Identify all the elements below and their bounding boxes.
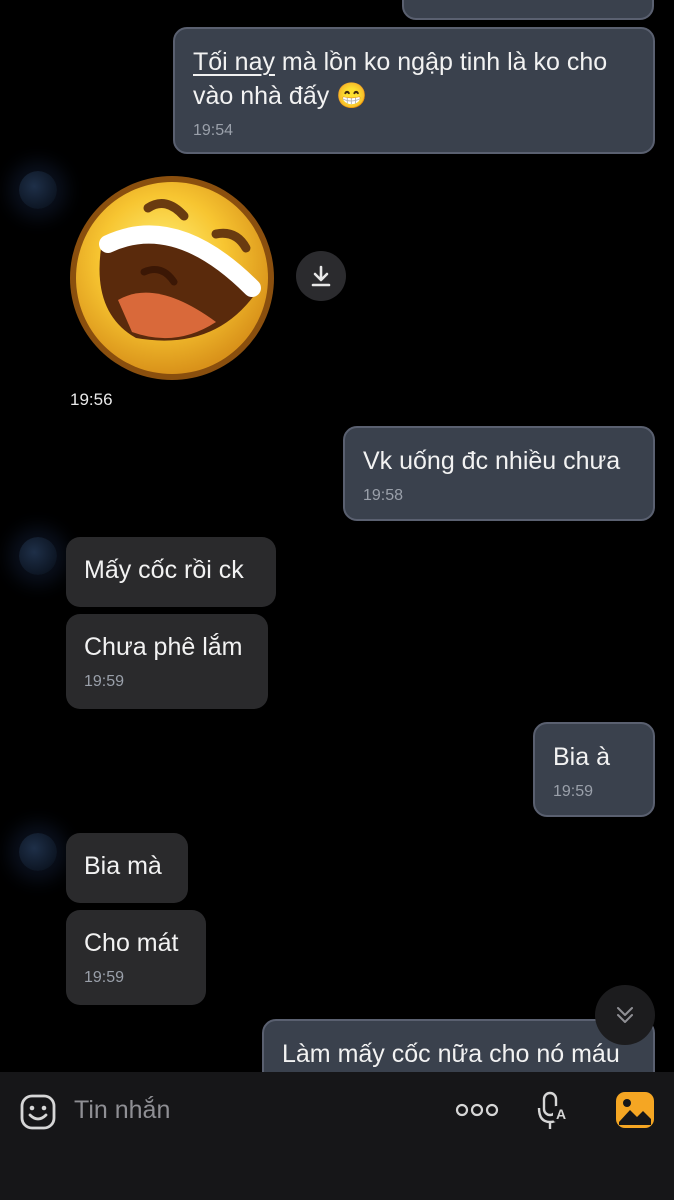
received-message-bubble[interactable]: Cho mát 19:59 bbox=[66, 910, 206, 1005]
message-text: Làm mấy cốc nữa cho nó máu bbox=[282, 1040, 620, 1068]
voice-to-text-icon[interactable]: A bbox=[536, 1090, 570, 1132]
sent-message-bubble[interactable]: Bia à 19:59 bbox=[533, 722, 655, 817]
message-time: 19:58 bbox=[363, 487, 404, 504]
message-text: Bia mà bbox=[84, 852, 162, 880]
message-text: Chưa phê lắm bbox=[84, 633, 243, 661]
message-time: 19:59 bbox=[553, 783, 594, 800]
message-text: Bia à bbox=[553, 743, 610, 771]
download-button[interactable] bbox=[296, 251, 346, 301]
sent-message-bubble[interactable]: Vk uống đc nhiều chưa 19:58 bbox=[343, 426, 655, 521]
message-composer: Tin nhắn A bbox=[0, 1072, 674, 1200]
previous-message-bubble bbox=[402, 0, 654, 20]
download-icon bbox=[311, 265, 331, 287]
svg-text:A: A bbox=[556, 1106, 566, 1122]
message-text: Mấy cốc rồi ck bbox=[84, 556, 244, 584]
received-message-bubble[interactable]: Chưa phê lắm 19:59 bbox=[66, 614, 268, 709]
message-input[interactable]: Tin nhắn bbox=[74, 1096, 170, 1125]
sticker-time: 19:56 bbox=[70, 390, 113, 409]
gallery-icon[interactable] bbox=[614, 1090, 656, 1130]
more-icon[interactable] bbox=[454, 1096, 500, 1124]
double-chevron-down-icon bbox=[617, 1007, 633, 1023]
message-text-underlined[interactable]: Tối nay bbox=[193, 48, 275, 76]
received-message-bubble[interactable]: Mấy cốc rồi ck bbox=[66, 537, 276, 607]
laughing-emoji-sticker[interactable] bbox=[66, 172, 278, 384]
emoji-icon[interactable] bbox=[18, 1092, 58, 1132]
contact-avatar[interactable] bbox=[19, 833, 57, 871]
message-time: 19:59 bbox=[84, 673, 125, 690]
contact-avatar[interactable] bbox=[19, 537, 57, 575]
message-text: Cho mát bbox=[84, 929, 179, 957]
message-text: Vk uống đc nhiều chưa bbox=[363, 447, 621, 475]
scroll-to-bottom-button[interactable] bbox=[595, 985, 655, 1045]
message-time: 19:54 bbox=[193, 122, 234, 139]
received-message-bubble[interactable]: Bia mà bbox=[66, 833, 188, 903]
sent-message-bubble[interactable]: Tối nay mà lồn ko ngập tinh là ko cho và… bbox=[173, 27, 655, 154]
message-time: 19:59 bbox=[84, 969, 125, 986]
contact-avatar[interactable] bbox=[19, 171, 57, 209]
